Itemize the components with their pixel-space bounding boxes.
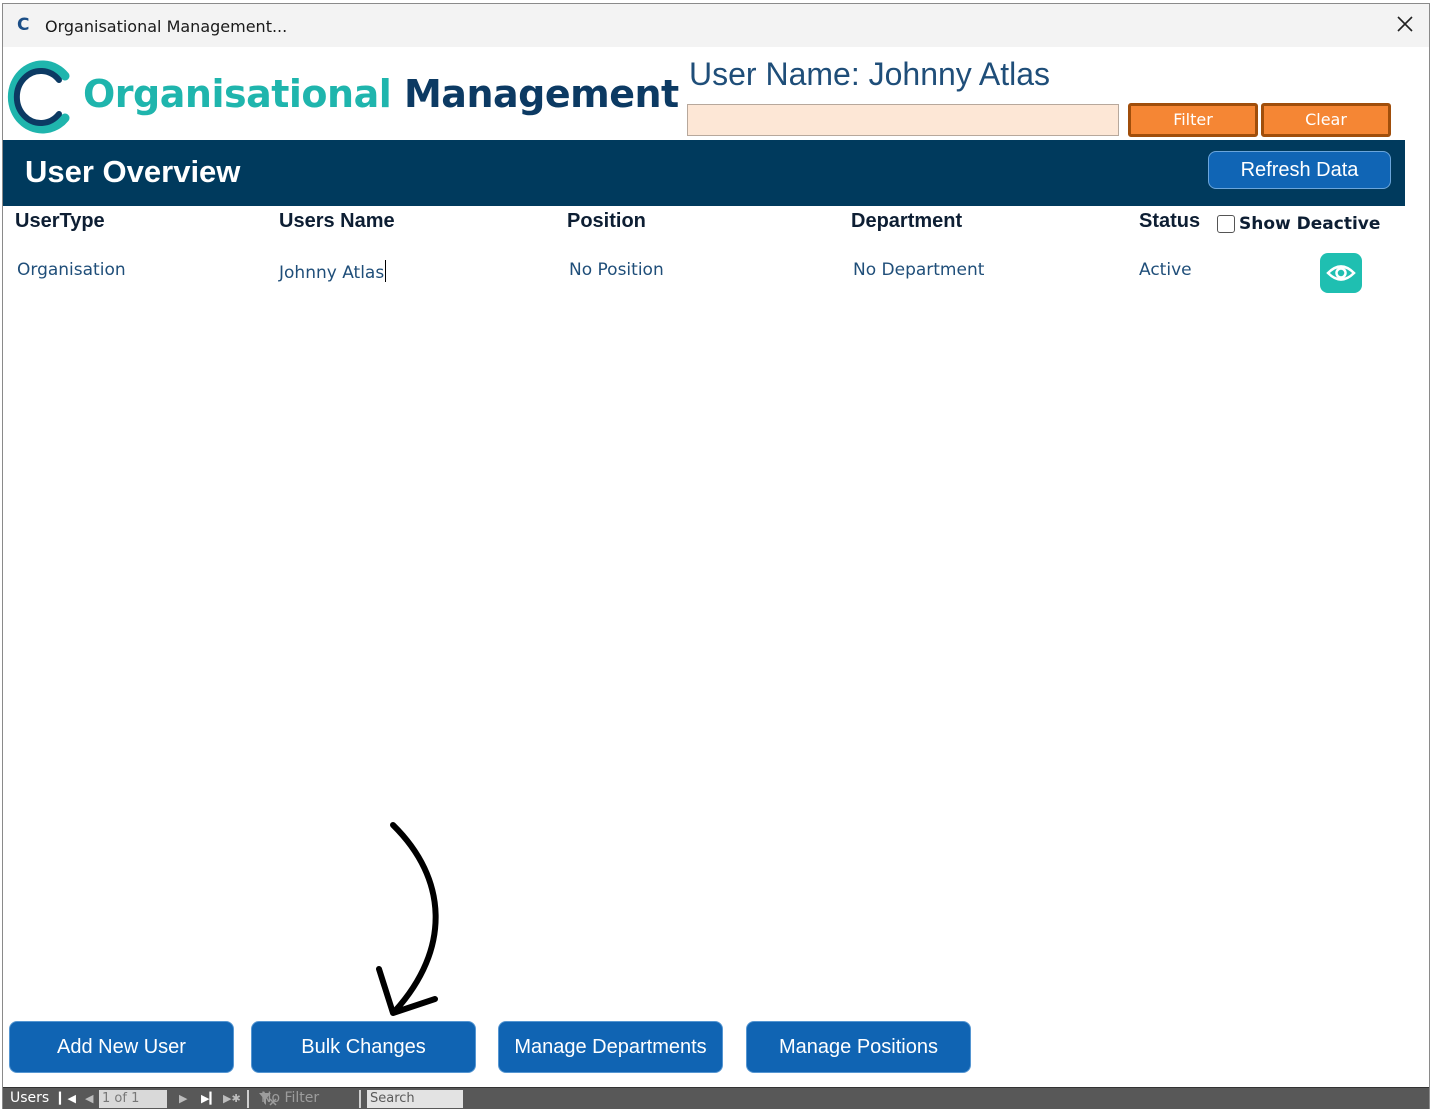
record-count[interactable]: 1 of 1 [99, 1090, 167, 1108]
add-new-user-button[interactable]: Add New User [9, 1021, 234, 1073]
nav-label: Users [10, 1090, 50, 1106]
filter-button[interactable]: Filter [1128, 103, 1258, 137]
column-header-position: Position [567, 210, 646, 232]
column-header-department: Department [851, 210, 963, 232]
cell-status: Active [1139, 260, 1192, 280]
cell-users-name-text: Johnny Atlas [279, 263, 385, 283]
brand-title: Organisational Management [83, 72, 679, 116]
show-deactive-checkbox[interactable] [1217, 215, 1235, 233]
brand-word-organisational: Organisational [83, 72, 392, 116]
next-record-icon[interactable]: ▶ [179, 1092, 187, 1105]
column-header-usertype: UserType [15, 210, 105, 232]
page-title: User Overview [25, 154, 241, 189]
last-record-icon[interactable]: ▶▎ [201, 1092, 218, 1105]
new-record-icon[interactable]: ▶✱ [223, 1092, 241, 1105]
previous-record-icon[interactable]: ◀ [85, 1092, 93, 1105]
nav-separator [359, 1090, 361, 1108]
manage-positions-button[interactable]: Manage Positions [746, 1021, 971, 1073]
overview-header: User Overview Refresh Data [3, 140, 1405, 206]
manage-departments-button[interactable]: Manage Departments [498, 1021, 723, 1073]
cell-position: No Position [569, 260, 664, 280]
cell-users-name[interactable]: Johnny Atlas [279, 260, 387, 283]
annotation-arrow-icon [376, 822, 439, 1016]
close-icon[interactable] [1393, 12, 1417, 36]
cell-user-type: Organisation [17, 260, 126, 280]
search-input[interactable]: Search [367, 1090, 463, 1108]
cell-department: No Department [853, 260, 985, 280]
eye-icon [1326, 265, 1356, 281]
column-header-users-name: Users Name [279, 210, 395, 232]
refresh-data-button[interactable]: Refresh Data [1208, 151, 1391, 189]
filter-status[interactable]: No Filter [261, 1090, 319, 1106]
app-window: C Organisational Management... Organisat… [2, 3, 1430, 1109]
nav-separator [247, 1090, 249, 1108]
logo-icon [7, 60, 70, 134]
clear-button[interactable]: Clear [1261, 103, 1391, 137]
bulk-changes-button[interactable]: Bulk Changes [251, 1021, 476, 1073]
window-title: Organisational Management... [45, 17, 288, 36]
view-user-button[interactable] [1320, 253, 1362, 293]
record-navigation-bar: Users ▎◀ ◀ 1 of 1 ▶ ▶▎ ▶✱ No Filter Sear… [3, 1087, 1429, 1109]
text-caret [385, 260, 387, 282]
user-name-label: User Name: Johnny Atlas [689, 56, 1051, 92]
show-deactive-toggle[interactable]: Show Deactive [1217, 214, 1380, 234]
title-bar: C Organisational Management... [3, 4, 1429, 47]
filter-input[interactable] [687, 104, 1119, 136]
first-record-icon[interactable]: ▎◀ [59, 1092, 76, 1105]
show-deactive-label: Show Deactive [1239, 214, 1381, 234]
brand-word-management: Management [403, 72, 679, 116]
app-icon: C [17, 15, 30, 35]
column-header-status: Status [1139, 210, 1201, 232]
